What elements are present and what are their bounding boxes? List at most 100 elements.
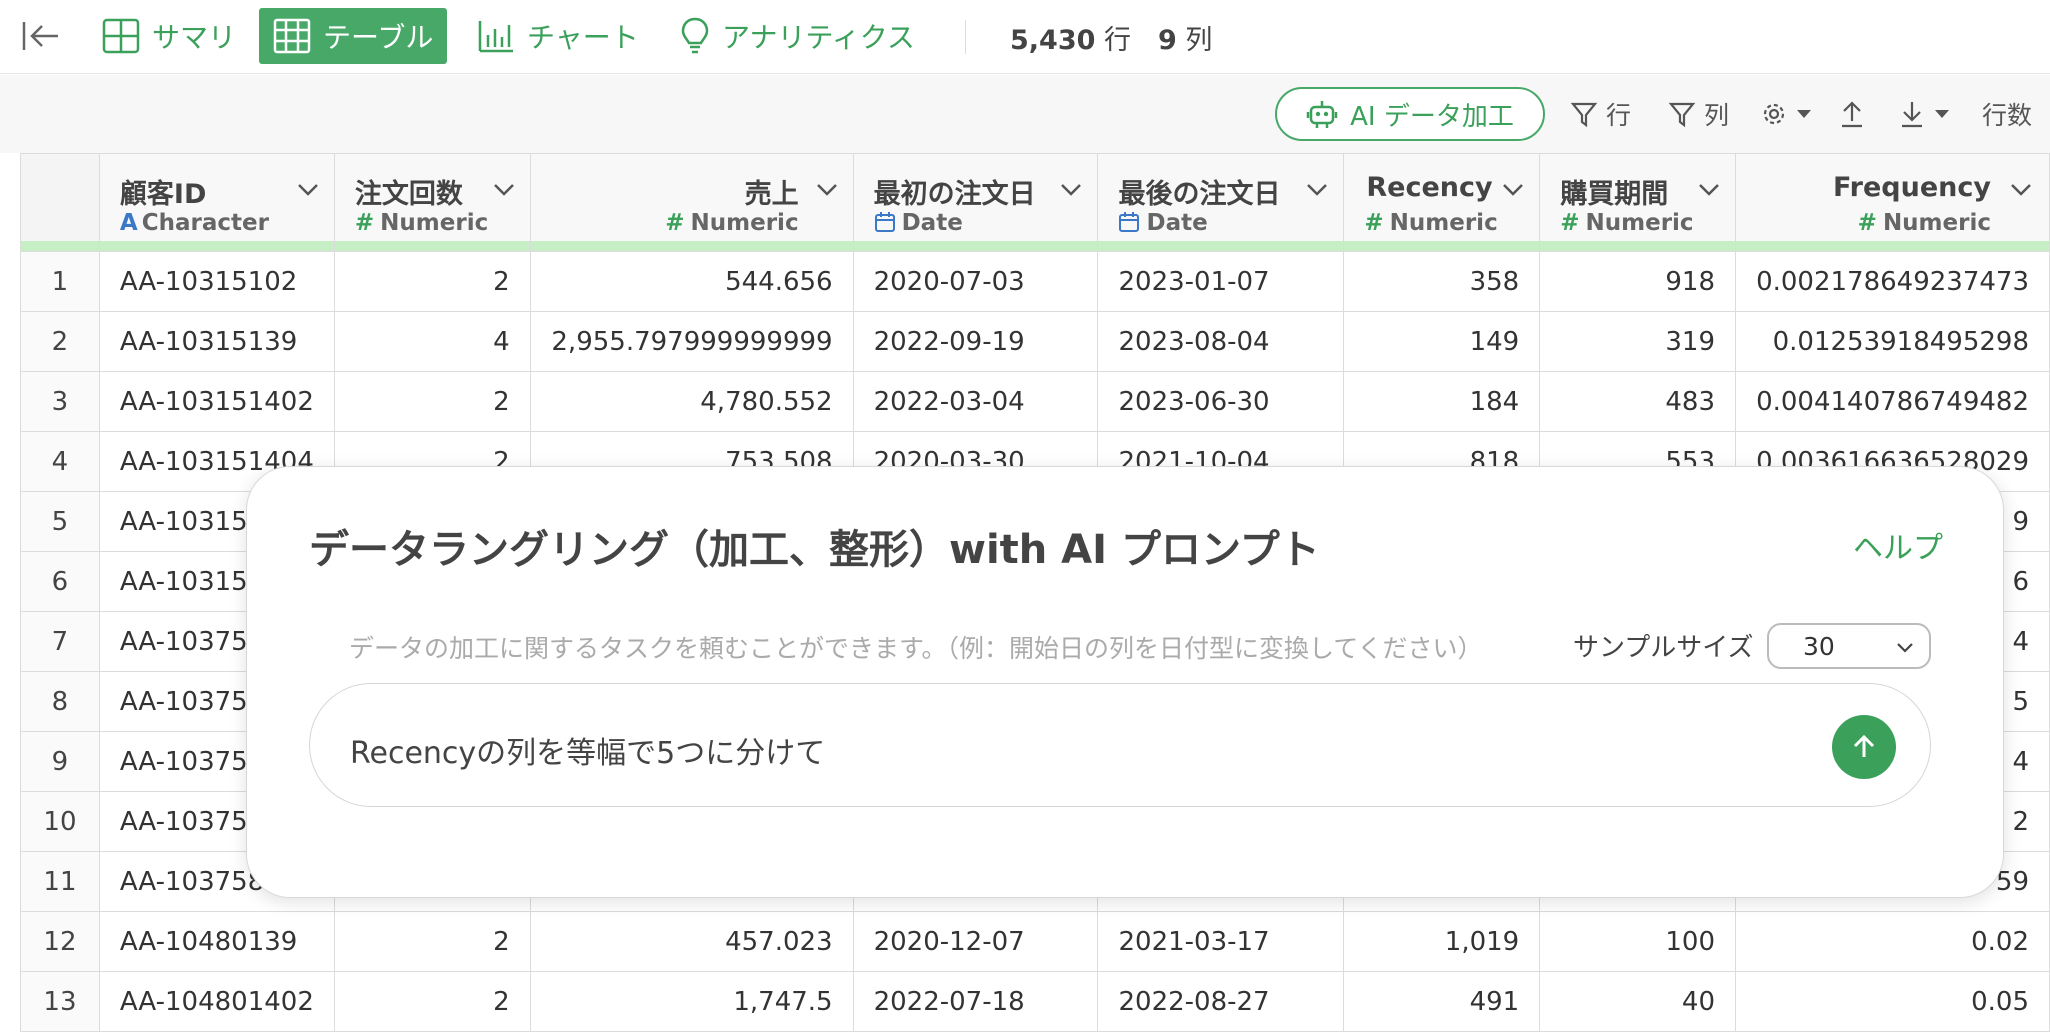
chevron-down-icon[interactable] — [1697, 182, 1721, 198]
column-type: A Character — [120, 210, 269, 236]
column-filter-button[interactable]: 列 — [1668, 95, 1729, 133]
upload-icon — [1842, 101, 1862, 128]
chevron-down-icon[interactable] — [815, 182, 839, 198]
table-cell[interactable]: 2 — [333, 971, 531, 1032]
column-header-sales[interactable]: 売上 # Numeric — [529, 153, 854, 252]
column-header-customer-id[interactable]: 顧客ID A Character — [98, 153, 335, 252]
table-row: 2 AA-10315139 4 2,955.797999999999 2022-09-1… — [20, 311, 2050, 372]
table-header-row: 顧客ID A Character 注文回数 # Numeric 売上 # Numeri… — [20, 153, 2050, 252]
table-cell[interactable]: 457.023 — [529, 911, 854, 972]
row-number: 13 — [20, 971, 100, 1032]
header-quality-bar — [1540, 241, 1735, 251]
column-filter-label: 列 — [1704, 101, 1730, 130]
row-number: 2 — [20, 311, 100, 372]
table-cell[interactable]: 0.05 — [1735, 971, 2050, 1032]
table-cell[interactable]: 2020-07-03 — [852, 251, 1099, 312]
table-cell[interactable]: 0.004140786749482 — [1735, 371, 2050, 432]
chevron-down-icon[interactable] — [296, 182, 320, 198]
column-header-recency[interactable]: Recency # Numeric — [1343, 153, 1541, 252]
table-cell[interactable]: 2 — [333, 911, 531, 972]
table-cell[interactable]: 544.656 — [529, 251, 854, 312]
table-cell[interactable]: 2022-07-18 — [852, 971, 1099, 1032]
column-header-purchase-period[interactable]: 購買期間 # Numeric — [1539, 153, 1736, 252]
table-cell[interactable]: 491 — [1343, 971, 1541, 1032]
chevron-down-icon[interactable] — [1501, 182, 1525, 198]
table-cell[interactable]: 2022-03-04 — [852, 371, 1099, 432]
table-cell[interactable]: AA-103151402 — [98, 371, 335, 432]
upload-button[interactable] — [1838, 95, 1874, 133]
prompt-input[interactable]: Recencyの列を等幅で5つに分けて — [309, 683, 1931, 807]
numeric-type-icon: # — [1364, 210, 1384, 236]
table-cell[interactable]: AA-10480139 — [98, 911, 335, 972]
table-cell[interactable]: 4 — [333, 311, 531, 372]
table-cell[interactable]: AA-10315102 — [98, 251, 335, 312]
table-cell[interactable]: 149 — [1343, 311, 1541, 372]
chevron-down-icon — [1897, 643, 1913, 653]
table-cell[interactable]: 184 — [1343, 371, 1541, 432]
table-cell[interactable]: 2 — [333, 371, 531, 432]
ai-data-wrangling-label: AI データ加工 — [1350, 101, 1514, 132]
column-name: 最後の注文日 — [1118, 179, 1281, 210]
row-number: 9 — [20, 731, 100, 792]
nav-tab-table[interactable]: テーブル — [259, 8, 448, 64]
table-cell[interactable]: 2 — [333, 251, 531, 312]
table-cell[interactable]: 2022-08-27 — [1097, 971, 1345, 1032]
table-cell[interactable]: 2023-01-07 — [1097, 251, 1345, 312]
help-link[interactable]: ヘルプ — [1853, 523, 1943, 567]
column-header-last-order-date[interactable]: 最後の注文日 Date — [1097, 153, 1345, 252]
table-cell[interactable]: 2023-06-30 — [1097, 371, 1345, 432]
filter-icon — [1570, 102, 1598, 128]
header-quality-bar — [1344, 241, 1539, 251]
column-type-label: Character — [141, 210, 269, 236]
table-row: 1 AA-10315102 2 544.656 2020-07-03 2023-01-07… — [20, 251, 2050, 312]
column-type: Date — [1118, 210, 1208, 236]
table-cell[interactable]: 2,955.797999999999 — [529, 311, 854, 372]
nav-tab-summary[interactable]: サマリ — [88, 8, 250, 64]
row-filter-button[interactable]: 行 — [1570, 95, 1631, 133]
column-type: # Numeric — [1364, 210, 1497, 236]
column-header-first-order-date[interactable]: 最初の注文日 Date — [852, 153, 1099, 252]
table-cell[interactable]: AA-10315139 — [98, 311, 335, 372]
row-filter-label: 行 — [1606, 101, 1632, 130]
chevron-down-icon[interactable] — [2009, 182, 2033, 198]
table-cell[interactable]: 0.02 — [1735, 911, 2050, 972]
chevron-down-icon[interactable] — [1059, 182, 1083, 198]
table-cell[interactable]: 358 — [1343, 251, 1541, 312]
nav-tab-analytics[interactable]: アナリティクス — [666, 8, 929, 64]
send-button[interactable] — [1832, 715, 1896, 779]
table-cell[interactable]: AA-104801402 — [98, 971, 335, 1032]
column-header-order-count[interactable]: 注文回数 # Numeric — [333, 153, 531, 252]
table-cell[interactable]: 2022-09-19 — [852, 311, 1099, 372]
table-cell[interactable]: 2021-03-17 — [1097, 911, 1345, 972]
table-cell[interactable]: 1,019 — [1343, 911, 1541, 972]
chevron-down-icon[interactable] — [492, 182, 516, 198]
column-header-frequency[interactable]: Frequency # Numeric — [1735, 153, 2050, 252]
table-cell[interactable]: 0.01253918495298 — [1735, 311, 2050, 372]
header-quality-bar — [854, 241, 1097, 251]
chevron-down-icon[interactable] — [1305, 182, 1329, 198]
ai-data-wrangling-button[interactable]: AI データ加工 — [1275, 87, 1545, 141]
ai-prompt-dialog: データラングリング（加工、整形）with AI プロンプト ヘルプ データの加工… — [246, 466, 2004, 898]
download-menu-button[interactable] — [1898, 95, 1958, 133]
table-cell[interactable]: 100 — [1539, 911, 1736, 972]
table-cell[interactable]: 319 — [1539, 311, 1736, 372]
table-cell[interactable]: 483 — [1539, 371, 1736, 432]
back-arrow-icon[interactable] — [20, 16, 60, 56]
numeric-type-icon: # — [1560, 210, 1580, 236]
sample-size-select[interactable]: 30 — [1767, 623, 1931, 669]
row-count-setting[interactable]: 行数 — [1982, 95, 2032, 133]
table-cell[interactable]: 40 — [1539, 971, 1736, 1032]
row-number: 8 — [20, 671, 100, 732]
table-cell[interactable]: 2023-08-04 — [1097, 311, 1345, 372]
nav-tab-chart[interactable]: チャート — [463, 8, 653, 64]
table-cell[interactable]: 918 — [1539, 251, 1736, 312]
settings-menu-button[interactable] — [1760, 95, 1820, 133]
table-cell[interactable]: 4,780.552 — [529, 371, 854, 432]
column-name: Recency — [1366, 172, 1493, 203]
column-name: 購買期間 — [1560, 179, 1669, 210]
table-cell[interactable]: 1,747.5 — [529, 971, 854, 1032]
table-cell[interactable]: 0.002178649237473 — [1735, 251, 2050, 312]
column-type: # Numeric — [1858, 210, 1991, 236]
robot-icon — [1306, 101, 1338, 128]
table-cell[interactable]: 2020-12-07 — [852, 911, 1099, 972]
